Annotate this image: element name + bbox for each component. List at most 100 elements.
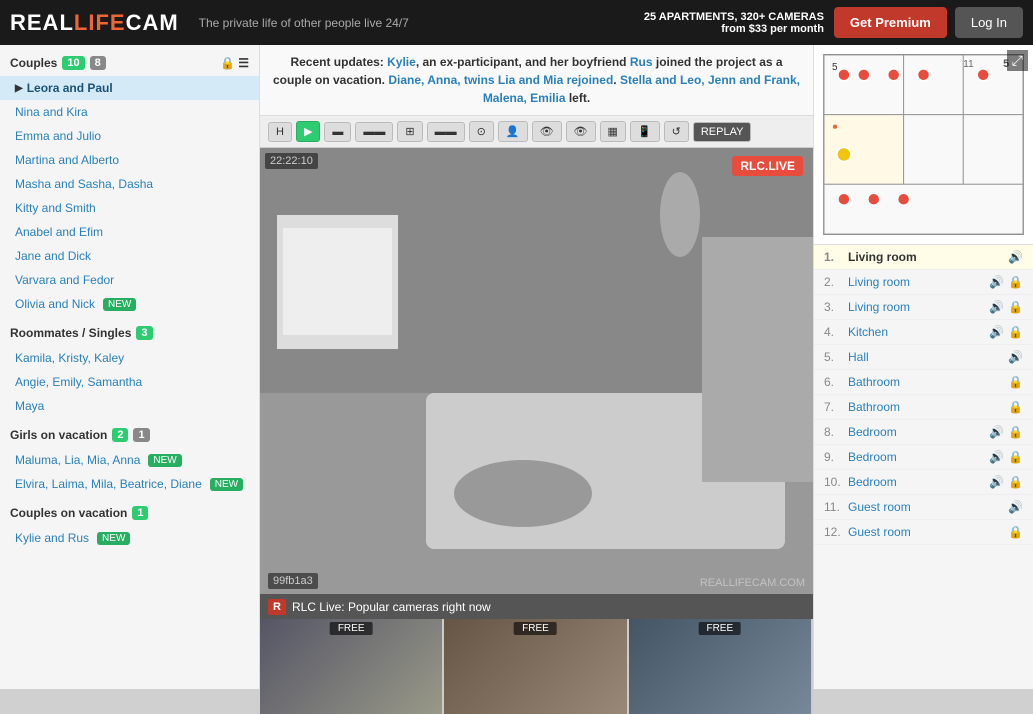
girls-vacation-count-gray: 1 [133, 428, 149, 442]
toolbar-btn-4cam[interactable]: ⊞ [397, 121, 422, 142]
room-list: 1. Living room 🔊 2. Living room 🔊 🔒 3. L… [814, 245, 1033, 545]
toolbar-btn-2cam[interactable]: ▬▬ [355, 122, 393, 142]
premium-button[interactable]: Get Premium [834, 7, 947, 38]
toolbar-btn-wide[interactable]: ▬▬ [427, 122, 465, 142]
bottom-title: RLC Live: Popular cameras right now [292, 600, 491, 614]
room-living-1[interactable]: 1. Living room 🔊 [814, 245, 1033, 270]
lock-icon: 🔒 [1008, 475, 1023, 489]
lock-icon: 🔒 [1008, 425, 1023, 439]
room-name: Living room [848, 250, 1004, 264]
apartments-info: 25 APARTMENTS, 320+ CAMERAS from $33 per… [644, 11, 824, 35]
cam-thumb-3[interactable]: FREE [629, 619, 813, 714]
toolbar-btn-circle[interactable]: ⊙ [469, 121, 494, 142]
room-num: 2. [824, 275, 844, 289]
room-bedroom-9[interactable]: 9. Bedroom 🔊 🔒 [814, 445, 1033, 470]
room-bedroom-10[interactable]: 10. Bedroom 🔊 🔒 [814, 470, 1033, 495]
room-num: 8. [824, 425, 844, 439]
room-living-3[interactable]: 3. Living room 🔊 🔒 [814, 295, 1033, 320]
sound-icon: 🔊 [989, 425, 1004, 439]
sound-icon: 🔊 [989, 325, 1004, 339]
girls-vacation-label: Girls on vacation [10, 428, 107, 442]
room-name: Guest room [848, 500, 1004, 514]
floor-plan-svg: 5 ● 5 11 [814, 45, 1033, 244]
girls-name: Elvira, Laima, Mila, Beatrice, Diane [15, 477, 202, 491]
room-num: 1. [824, 250, 844, 264]
room-num: 5. [824, 350, 844, 364]
roommate-name: Angie, Emily, Samantha [15, 375, 142, 389]
toolbar-btn-grid[interactable]: ▦ [600, 121, 626, 142]
girls-maluma[interactable]: Maluma, Lia, Mia, Anna NEW [0, 448, 259, 472]
room-name: Kitchen [848, 325, 985, 339]
apartments-count: 25 APARTMENTS, 320+ CAMERAS [644, 11, 824, 23]
toolbar-btn-1cam[interactable]: ▬ [324, 122, 351, 142]
center-panel: Recent updates: Kylie, an ex-participant… [260, 45, 813, 689]
expand-button[interactable]: ⤢ [1007, 50, 1028, 71]
toolbar: H ▶ ▬ ▬▬ ⊞ ▬▬ ⊙ 👤 👁 👁 ▦ 📱 ↺ REPLAY [260, 116, 813, 148]
right-panel: 5 ● 5 11 ⤢ 1. Livi [813, 45, 1033, 689]
toolbar-btn-play[interactable]: ▶ [296, 121, 320, 142]
couple-emma-julio[interactable]: Emma and Julio [0, 124, 259, 148]
room-name: Living room [848, 275, 985, 289]
cam-thumb-1[interactable]: FREE [260, 619, 444, 714]
bottom-strip-header: R RLC Live: Popular cameras right now [260, 594, 813, 619]
room-living-2[interactable]: 2. Living room 🔊 🔒 [814, 270, 1033, 295]
room-guest-11[interactable]: 11. Guest room 🔊 [814, 495, 1033, 520]
couples-count-gray: 8 [90, 56, 106, 70]
room-num: 6. [824, 375, 844, 389]
cam-free-badge-1: FREE [330, 622, 373, 635]
couples-section-header: Couples 10 8 🔒 ☰ [0, 50, 259, 76]
cam-thumb-2[interactable]: FREE [444, 619, 628, 714]
couples-label: Couples [10, 56, 57, 70]
toolbar-btn-refresh[interactable]: ↺ [664, 121, 689, 142]
room-bedroom-8[interactable]: 8. Bedroom 🔊 🔒 [814, 420, 1033, 445]
roommates-kamila[interactable]: Kamila, Kristy, Kaley [0, 346, 259, 370]
couple-kitty-smith[interactable]: Kitty and Smith [0, 196, 259, 220]
couple-varvara-fedor[interactable]: Varvara and Fedor [0, 268, 259, 292]
roommates-maya[interactable]: Maya [0, 394, 259, 418]
logo-cam: CAM [126, 10, 179, 35]
room-name: Bedroom [848, 450, 985, 464]
toolbar-btn-mobile[interactable]: 📱 [630, 121, 660, 142]
sound-icon: 🔊 [1008, 250, 1023, 264]
couple-nina-kira[interactable]: Nina and Kira [0, 100, 259, 124]
room-num: 3. [824, 300, 844, 314]
couple-name: Martina and Alberto [15, 153, 119, 167]
new-badge: NEW [210, 478, 243, 491]
room-guest-12[interactable]: 12. Guest room 🔒 [814, 520, 1033, 545]
tagline: The private life of other people live 24… [199, 16, 644, 30]
girls-elvira[interactable]: Elvira, Laima, Mila, Beatrice, Diane NEW [0, 472, 259, 496]
lock-icon: 🔒 [1008, 275, 1023, 289]
toolbar-btn-eye1[interactable]: 👁 [532, 121, 562, 142]
toolbar-btn-replay[interactable]: REPLAY [693, 122, 752, 142]
couple-anabel-efim[interactable]: Anabel and Efim [0, 220, 259, 244]
announcement-bar: Recent updates: Kylie, an ex-participant… [260, 45, 813, 116]
camera-tv [277, 215, 399, 349]
room-name: Bathroom [848, 400, 1004, 414]
toolbar-btn-person[interactable]: 👤 [498, 121, 528, 142]
room-bathroom-6[interactable]: 6. Bathroom 🔒 [814, 370, 1033, 395]
girls-vacation-section-header: Girls on vacation 2 1 [0, 422, 259, 448]
couple-kylie-rus[interactable]: Kylie and Rus NEW [0, 526, 259, 550]
couple-name: Emma and Julio [15, 129, 101, 143]
new-badge: NEW [148, 454, 181, 467]
cam-free-badge-3: FREE [698, 622, 741, 635]
sound-icon: 🔊 [989, 275, 1004, 289]
couple-masha-sasha[interactable]: Masha and Sasha, Dasha [0, 172, 259, 196]
svg-text:11: 11 [963, 59, 974, 70]
svg-text:●: ● [832, 122, 838, 133]
lock-icon: 🔒 [1008, 450, 1023, 464]
login-button[interactable]: Log In [955, 7, 1023, 38]
sound-icon: 🔊 [1008, 350, 1023, 364]
couple-name: Leora and Paul [27, 81, 113, 95]
roommates-angie[interactable]: Angie, Emily, Samantha [0, 370, 259, 394]
toolbar-btn-h[interactable]: H [268, 122, 292, 142]
toolbar-btn-eye2[interactable]: 👁 [566, 121, 596, 142]
room-bathroom-7[interactable]: 7. Bathroom 🔒 [814, 395, 1033, 420]
couple-martina-alberto[interactable]: Martina and Alberto [0, 148, 259, 172]
room-hall[interactable]: 5. Hall 🔊 [814, 345, 1033, 370]
couple-leora-paul[interactable]: ▶ Leora and Paul [0, 76, 259, 100]
couple-olivia-nick[interactable]: Olivia and Nick NEW [0, 292, 259, 316]
couple-jane-dick[interactable]: Jane and Dick [0, 244, 259, 268]
room-kitchen[interactable]: 4. Kitchen 🔊 🔒 [814, 320, 1033, 345]
couples-vacation-section-header: Couples on vacation 1 [0, 500, 259, 526]
